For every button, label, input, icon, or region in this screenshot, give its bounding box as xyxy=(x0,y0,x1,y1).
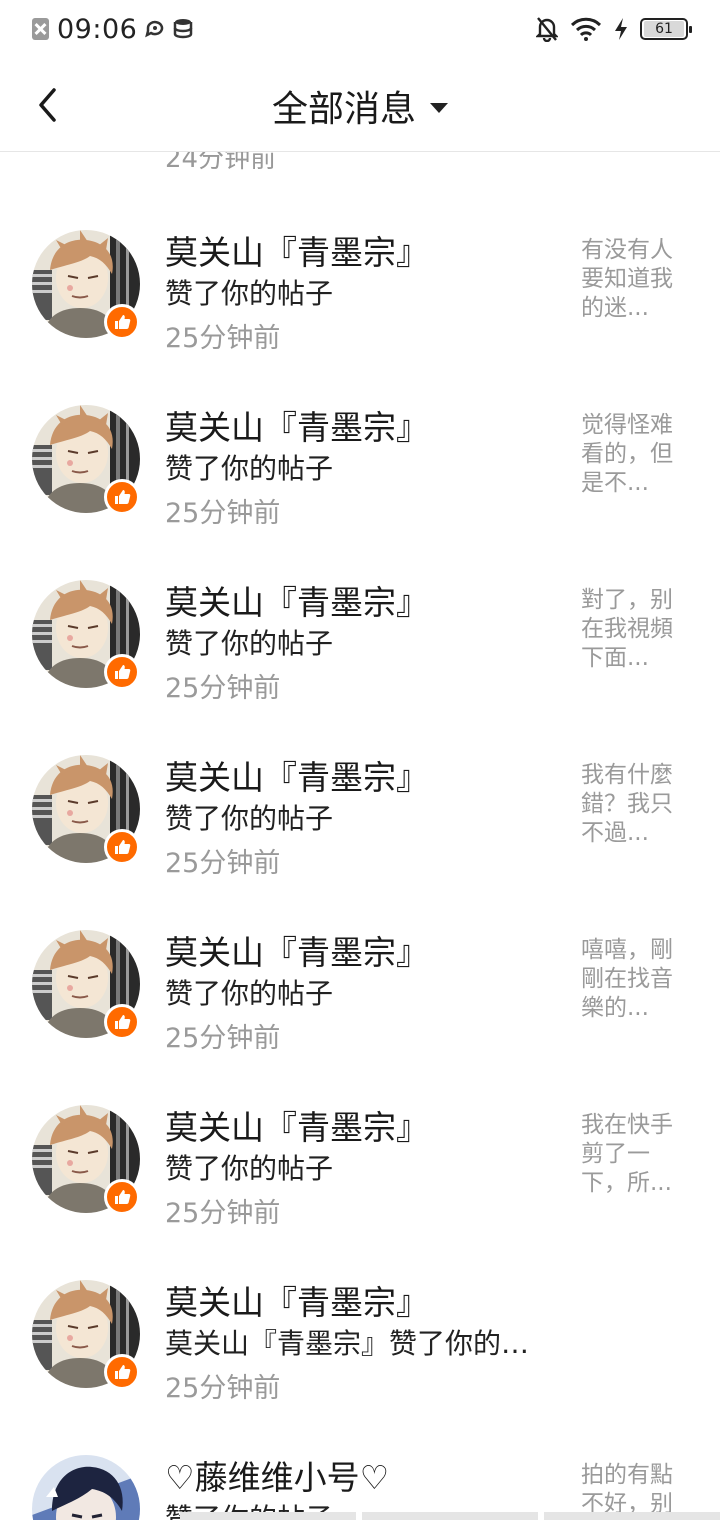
status-left: 09:06 xyxy=(32,13,195,45)
header: 全部消息 xyxy=(0,58,720,152)
battery-indicator: 61 xyxy=(640,18,692,40)
message-action: 赞了你的帖子 xyxy=(165,627,334,660)
caret-down-icon xyxy=(430,103,448,113)
post-preview: 有没有人要知道我的迷... xyxy=(581,237,673,321)
sender-name: 莫关山『青墨宗』 xyxy=(165,583,429,622)
post-preview: 我在快手剪了一下，所... xyxy=(581,1112,673,1196)
thumbs-up-icon xyxy=(104,304,140,340)
thumbs-up-icon xyxy=(104,479,140,515)
message-action: 赞了你的帖子 xyxy=(165,802,334,835)
thumbs-up-icon xyxy=(104,1179,140,1215)
sender-name: ♡藤维维小号♡ xyxy=(165,1458,390,1497)
chat-bubble-icon xyxy=(145,20,164,38)
message-row[interactable]: ♡藤维维小号♡赞了你的帖子拍的有點不好，别看細... xyxy=(0,1389,720,1520)
sender-name: 莫关山『青墨宗』 xyxy=(165,408,429,447)
message-row[interactable]: 莫关山『青墨宗』 赞了你的帖子 25分钟前 嘻嘻，剛剛在找音樂的... xyxy=(0,864,720,1054)
post-preview: 嘻嘻，剛剛在找音樂的... xyxy=(581,937,673,1021)
message-row[interactable]: 莫关山『青墨宗』 赞了你的帖子 25分钟前 觉得怪难看的，但是不... xyxy=(0,339,720,529)
post-preview: 我有什麼錯？我只不過... xyxy=(581,762,673,846)
thumbs-up-icon xyxy=(104,829,140,865)
sender-name: 莫关山『青墨宗』 xyxy=(165,1283,429,1322)
sender-name: 莫关山『青墨宗』 xyxy=(165,933,429,972)
sender-name: 莫关山『青墨宗』 xyxy=(165,758,429,797)
post-preview: 對了，别在我視頻下面... xyxy=(581,587,673,671)
message-list[interactable]: 24分钟前 莫关山『青墨宗』 赞了你的帖子 25分钟前 有没有人要知道我的迷... xyxy=(0,152,720,1520)
bell-off-icon xyxy=(536,17,558,42)
avatar[interactable] xyxy=(32,1455,140,1520)
message-row[interactable]: 莫关山『青墨宗』 莫关山『青墨宗』赞了你的… 25分钟前 xyxy=(0,1214,720,1404)
wifi-icon xyxy=(570,17,602,41)
charging-bolt-icon xyxy=(615,18,627,40)
thumbs-up-icon xyxy=(104,1004,140,1040)
message-action: 赞了你的帖子 xyxy=(165,1152,334,1185)
status-bar: 09:06 61 xyxy=(0,0,720,58)
battery-level: 61 xyxy=(644,21,684,37)
sender-name: 莫关山『青墨宗』 xyxy=(165,1108,429,1147)
message-row[interactable]: 莫关山『青墨宗』 赞了你的帖子 25分钟前 我有什麼錯？我只不過... xyxy=(0,689,720,879)
database-icon xyxy=(174,19,193,39)
thumbs-up-icon xyxy=(104,654,140,690)
notification-blocked-icon xyxy=(32,18,49,40)
message-row[interactable]: 莫关山『青墨宗』 赞了你的帖子 25分钟前 有没有人要知道我的迷... xyxy=(0,164,720,354)
message-action: 赞了你的帖子 xyxy=(165,277,334,310)
message-action: 赞了你的帖子 xyxy=(165,977,334,1010)
bottom-scroll-hint xyxy=(180,1512,720,1520)
message-action: 莫关山『青墨宗』赞了你的… xyxy=(165,1327,530,1360)
message-filter-dropdown[interactable]: 全部消息 xyxy=(0,80,720,132)
status-time: 09:06 xyxy=(57,13,138,45)
thumbs-up-icon xyxy=(104,1354,140,1390)
message-row[interactable]: 莫关山『青墨宗』 赞了你的帖子 25分钟前 對了，别在我視頻下面... xyxy=(0,514,720,704)
sender-name: 莫关山『青墨宗』 xyxy=(165,233,429,272)
message-row[interactable]: 莫关山『青墨宗』 赞了你的帖子 25分钟前 我在快手剪了一下，所... xyxy=(0,1039,720,1229)
message-action: 赞了你的帖子 xyxy=(165,452,334,485)
page-title: 全部消息 xyxy=(271,89,416,130)
post-preview: 觉得怪难看的，但是不... xyxy=(581,412,673,496)
status-right: 61 xyxy=(536,14,692,44)
